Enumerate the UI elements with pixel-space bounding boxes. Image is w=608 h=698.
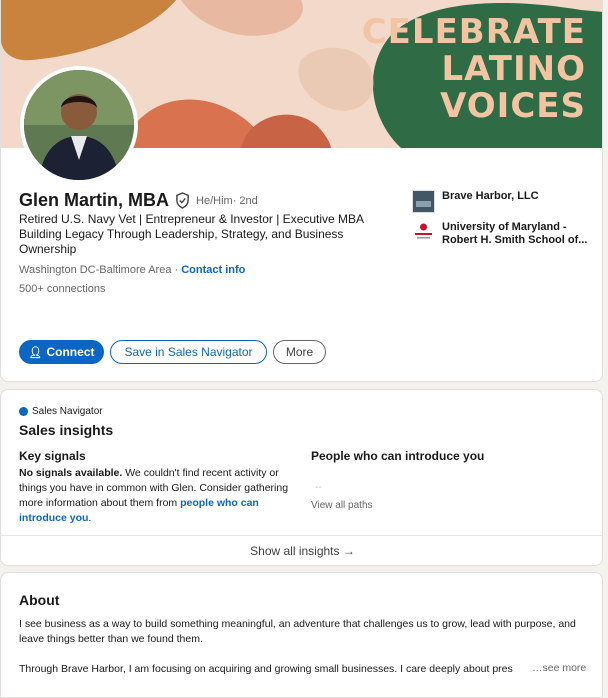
avatar[interactable] [20,66,138,184]
location-row: Washington DC-Baltimore Area · Contact i… [19,264,245,276]
location: Washington DC-Baltimore Area [19,264,172,276]
banner-line: LATINO [441,49,586,89]
people-intro-title: People who can introduce you [311,449,485,463]
sales-navigator-icon [19,407,28,416]
banner-caption: CELEBRATE LATINO VOICES [362,14,586,125]
see-more-link[interactable]: …see more [532,662,586,674]
profile-name: Glen Martin, MBA [19,190,170,210]
about-paragraph: I see business as a way to build somethi… [19,618,576,645]
education[interactable]: University of Maryland - Robert H. Smith… [412,221,592,247]
name-row: Glen Martin, MBA He/Him · 2nd [19,190,258,211]
no-signals-text: No signals available. [19,467,123,479]
company-logo [412,190,435,213]
connections-count[interactable]: 500+ connections [19,283,106,295]
company-name: Brave Harbor, LLC [442,190,539,202]
key-signals-body: No signals available. We couldn't find r… [19,466,301,526]
connect-label: Connect [46,345,95,359]
sales-navigator-label: Sales Navigator [32,406,103,417]
connection-degree: · 2nd [232,194,258,207]
view-all-paths-link[interactable]: View all paths [311,500,373,511]
pronouns: He/Him [196,194,233,207]
banner-line: VOICES [440,86,586,126]
save-in-sales-navigator-button[interactable]: Save in Sales Navigator [110,340,267,364]
connect-button[interactable]: 👤︎ Connect [19,340,104,364]
contact-info-link[interactable]: Contact info [181,264,245,276]
banner-line: CELEBRATE [361,12,586,52]
more-button[interactable]: More [273,340,326,364]
add-person-icon: 👤︎ [28,346,43,359]
about-card: About I see business as a way to build s… [0,572,603,698]
key-signals-title: Key signals [19,449,86,463]
profile-card: CELEBRATE LATINO VOICES Glen Martin, MBA… [0,0,603,382]
sales-insights-card: Sales Navigator Sales insights Key signa… [0,389,603,566]
show-all-insights-button[interactable]: Show all insights → [1,544,602,558]
headline: Retired U.S. Navy Vet | Entrepreneur & I… [19,212,364,256]
people-intro-placeholder: -- [315,482,322,493]
sales-insights-title: Sales insights [19,422,114,438]
current-company[interactable]: Brave Harbor, LLC [412,190,592,213]
divider [1,535,602,536]
location-separator: · [171,264,182,276]
verified-shield-icon[interactable] [175,192,190,209]
key-signals-end: . [88,512,92,524]
school-logo [412,221,435,244]
school-name: University of Maryland - Robert H. Smith… [442,221,588,246]
about-paragraph-truncated: Through Brave Harbor, I am focusing on a… [19,663,513,675]
sales-navigator-brand: Sales Navigator [19,406,103,417]
about-title: About [19,592,60,608]
